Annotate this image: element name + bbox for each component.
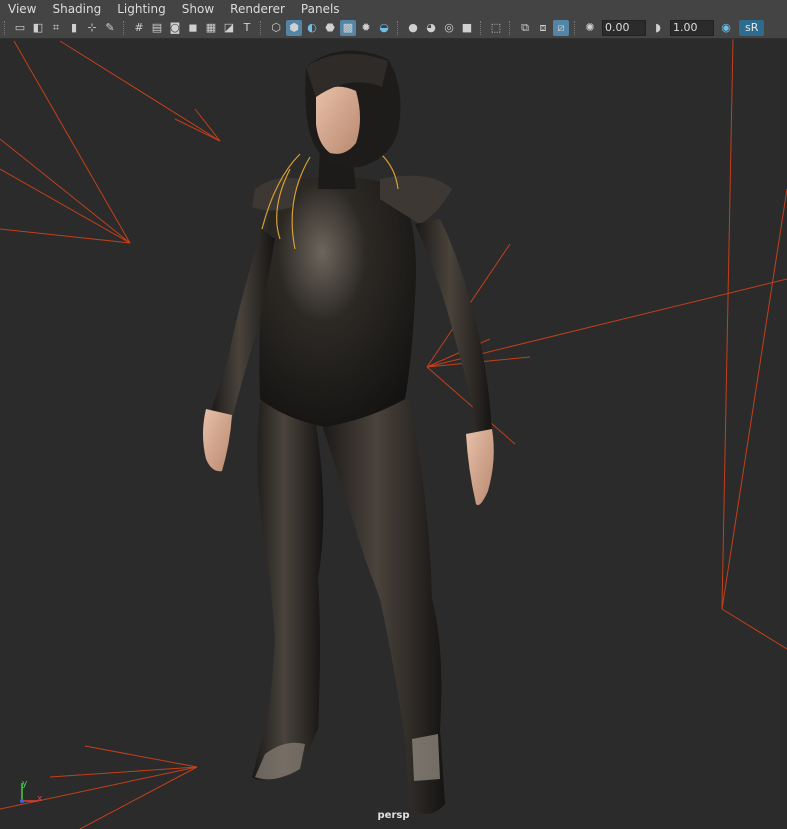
film-gate-icon[interactable]: ▤ bbox=[149, 20, 165, 36]
2d-pan-zoom-icon[interactable]: ⊹ bbox=[84, 20, 100, 36]
bookmarks-icon[interactable]: ⌗ bbox=[48, 20, 64, 36]
menu-shading[interactable]: Shading bbox=[44, 0, 109, 18]
depth-of-field-icon[interactable]: ■ bbox=[459, 20, 475, 36]
grid-icon[interactable]: # bbox=[131, 20, 147, 36]
menu-panels[interactable]: Panels bbox=[293, 0, 348, 18]
anti-aliasing-icon[interactable]: ◎ bbox=[441, 20, 457, 36]
toolbar-separator bbox=[480, 21, 483, 35]
shadows-icon[interactable]: ◒ bbox=[376, 20, 392, 36]
camera-name-label: persp bbox=[377, 810, 410, 821]
axis-x-label: x bbox=[37, 794, 43, 804]
menu-lighting[interactable]: Lighting bbox=[109, 0, 174, 18]
toolbar-separator bbox=[260, 21, 263, 35]
resolution-gate-icon[interactable]: ◙ bbox=[167, 20, 183, 36]
color-space-button[interactable]: sR bbox=[739, 20, 765, 36]
color-management-icon[interactable]: ◉ bbox=[718, 20, 734, 36]
select-camera-icon[interactable]: ▭ bbox=[12, 20, 28, 36]
xray-icon[interactable]: ▩ bbox=[340, 20, 356, 36]
isolate-select-icon[interactable]: ⬚ bbox=[488, 20, 504, 36]
field-chart-icon[interactable]: ▦ bbox=[203, 20, 219, 36]
default-material-icon[interactable]: ◐ bbox=[304, 20, 320, 36]
exposure-icon[interactable]: ✺ bbox=[582, 20, 598, 36]
character-model[interactable] bbox=[203, 50, 494, 814]
motion-blur-icon[interactable]: ◕ bbox=[423, 20, 439, 36]
toolbar-separator bbox=[4, 21, 7, 35]
toolbar-separator bbox=[123, 21, 126, 35]
menu-show[interactable]: Show bbox=[174, 0, 222, 18]
safe-action-icon[interactable]: ◪ bbox=[221, 20, 237, 36]
wireframe-on-shaded-icon[interactable]: ⬣ bbox=[322, 20, 338, 36]
gate-mask-icon[interactable]: ◼ bbox=[185, 20, 201, 36]
gamma-field[interactable]: 1.00 bbox=[670, 20, 714, 36]
backface-culling-icon[interactable]: ⧈ bbox=[535, 20, 551, 36]
xray-active-icon[interactable]: ⧄ bbox=[553, 20, 569, 36]
safe-title-icon[interactable]: T bbox=[239, 20, 255, 36]
viewport-menubar: View Shading Lighting Show Renderer Pane… bbox=[0, 0, 787, 18]
toolbar-separator bbox=[397, 21, 400, 35]
wireframe-icon[interactable]: ⬡ bbox=[268, 20, 284, 36]
3d-viewport[interactable]: y x persp bbox=[0, 39, 787, 829]
scene-canvas[interactable] bbox=[0, 39, 787, 829]
smooth-shade-icon[interactable]: ⬢ bbox=[286, 20, 302, 36]
xray-joints-icon[interactable]: ⧉ bbox=[517, 20, 533, 36]
menu-renderer[interactable]: Renderer bbox=[222, 0, 293, 18]
camera-attributes-icon[interactable]: ◧ bbox=[30, 20, 46, 36]
use-all-lights-icon[interactable]: ✹ bbox=[358, 20, 374, 36]
menu-view[interactable]: View bbox=[0, 0, 44, 18]
axis-y-label: y bbox=[22, 779, 28, 789]
image-plane-icon[interactable]: ▮ bbox=[66, 20, 82, 36]
toolbar-separator bbox=[574, 21, 577, 35]
grease-pencil-icon[interactable]: ✎ bbox=[102, 20, 118, 36]
gamma-icon[interactable]: ◗ bbox=[650, 20, 666, 36]
screen-space-ao-icon[interactable]: ● bbox=[405, 20, 421, 36]
toolbar-separator bbox=[509, 21, 512, 35]
viewport-toolbar: ▭ ◧ ⌗ ▮ ⊹ ✎ # ▤ ◙ ◼ ▦ ◪ T ⬡ ⬢ ◐ ⬣ ▩ ✹ ◒ … bbox=[0, 18, 787, 39]
exposure-field[interactable]: 0.00 bbox=[602, 20, 646, 36]
